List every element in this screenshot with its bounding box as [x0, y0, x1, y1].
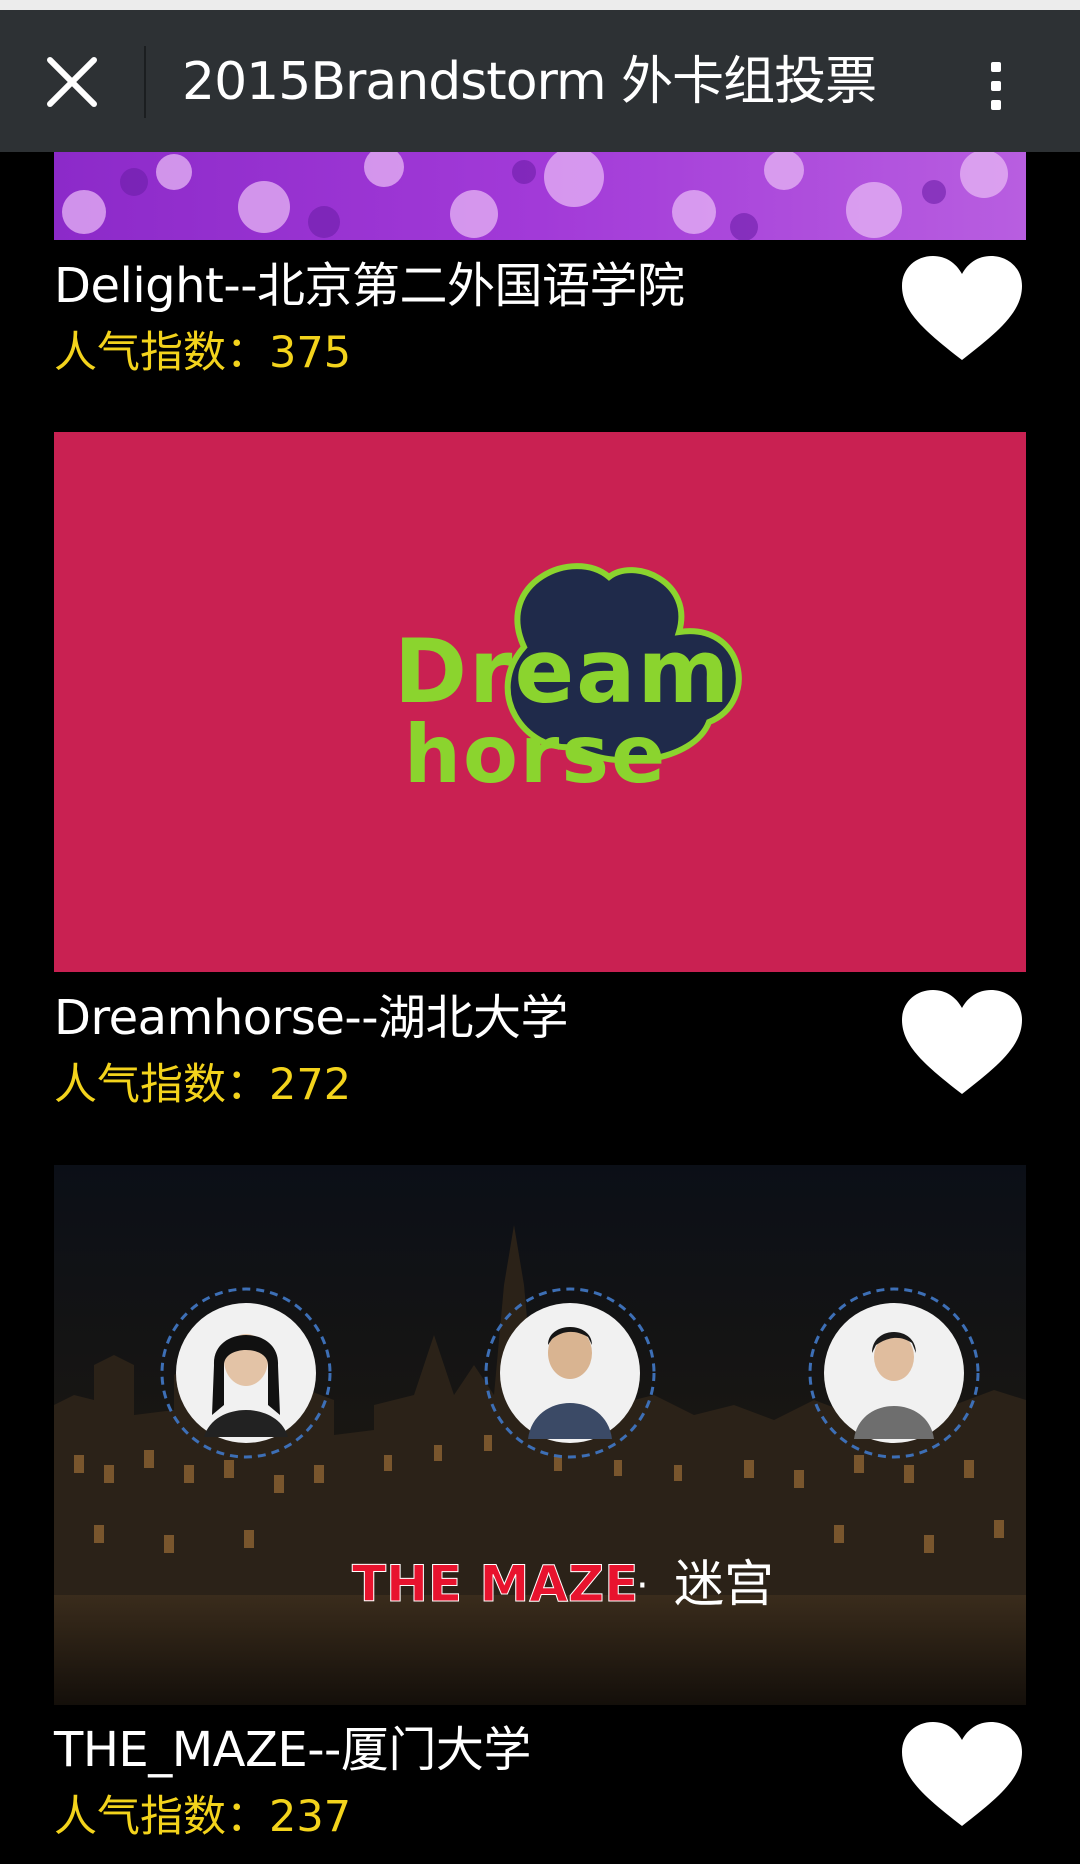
voting-list: Delight--北京第二外国语学院 人气指数：375 Dream horse … — [0, 0, 1080, 1864]
close-button[interactable] — [36, 46, 108, 118]
purple-hearts-image — [54, 152, 1026, 240]
popularity-score: 人气指数：375 — [54, 326, 351, 380]
popularity-label: 人气指数： — [54, 1792, 269, 1842]
vote-button[interactable] — [898, 252, 1026, 364]
popularity-label: 人气指数： — [54, 1060, 269, 1110]
dreamhorse-logo-image: Dream horse — [54, 432, 1026, 972]
close-icon — [47, 57, 97, 107]
entry-thumbnail[interactable]: Dream horse — [54, 432, 1026, 972]
entry-title: THE_MAZE--厦门大学 — [54, 1722, 531, 1778]
popularity-value: 272 — [269, 1060, 352, 1110]
popularity-label: 人气指数： — [54, 328, 269, 378]
popularity-value: 375 — [269, 328, 352, 378]
maze-team-image: THE MAZE · 迷宫 — [54, 1165, 1026, 1705]
heart-icon — [902, 990, 1022, 1094]
logo-text-line2: horse — [404, 708, 667, 801]
heart-icon — [902, 256, 1022, 360]
page-title: 2015Brandstorm 外卡组投票 — [182, 52, 877, 112]
vote-button[interactable] — [898, 1718, 1026, 1830]
top-navigation-bar: 2015Brandstorm 外卡组投票 — [0, 10, 1080, 152]
entry-title: Delight--北京第二外国语学院 — [54, 258, 685, 314]
entry-thumbnail[interactable] — [54, 152, 1026, 240]
banner-text-en: THE MAZE — [352, 1555, 638, 1613]
navbar-divider — [144, 46, 146, 118]
entry-title: Dreamhorse--湖北大学 — [54, 990, 569, 1046]
popularity-score: 人气指数：272 — [54, 1058, 351, 1112]
banner-text-cn: 迷宫 — [674, 1555, 774, 1613]
popularity-value: 237 — [269, 1792, 352, 1842]
more-options-button[interactable] — [970, 50, 1022, 122]
banner-separator: · — [636, 1563, 649, 1609]
heart-icon — [902, 1722, 1022, 1826]
popularity-score: 人气指数：237 — [54, 1790, 351, 1844]
entry-thumbnail[interactable]: THE MAZE · 迷宫 — [54, 1165, 1026, 1705]
vote-button[interactable] — [898, 986, 1026, 1098]
